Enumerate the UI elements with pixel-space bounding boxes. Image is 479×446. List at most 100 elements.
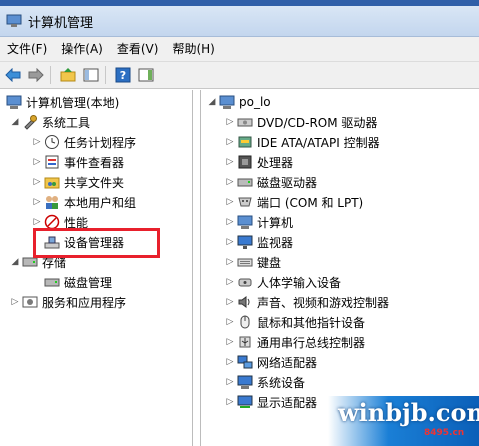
collapsed-arrow-icon[interactable]: ▷ <box>225 292 235 312</box>
computer-management-icon <box>6 14 22 27</box>
device-category-keyboard[interactable]: ▷ 键盘 <box>225 252 281 272</box>
expanded-arrow-icon[interactable]: ◢ <box>10 252 20 272</box>
folder-up-icon <box>60 68 76 82</box>
collapsed-arrow-icon[interactable]: ▷ <box>32 192 42 212</box>
keyboard-icon <box>237 258 253 267</box>
collapsed-arrow-icon[interactable]: ▷ <box>225 132 235 152</box>
up-level-button[interactable] <box>58 65 78 85</box>
users-icon <box>46 196 58 209</box>
device-category-network[interactable]: ▷ 网络适配器 <box>225 352 317 372</box>
console-tree-pane: 计算机管理(本地) ◢ 系统工具 ▷ 任务计划程序 ▷ 事件查看器 ▷ 共享文件… <box>0 90 193 446</box>
toolbar-separator <box>50 66 51 84</box>
device-tree-label: po_lo <box>239 95 271 109</box>
mouse-icon <box>240 315 250 329</box>
device-category-display[interactable]: ▷ 显示适配器 <box>225 392 317 412</box>
tree-label: 服务和应用程序 <box>42 295 127 310</box>
tree-label: 事件查看器 <box>64 155 125 170</box>
shared-folder-icon <box>44 177 60 189</box>
speaker-icon <box>238 296 250 308</box>
clock-icon <box>45 135 59 149</box>
device-category-sound[interactable]: ▷ 声音、视频和游戏控制器 <box>225 292 389 312</box>
collapsed-arrow-icon[interactable]: ▷ <box>225 352 235 372</box>
tree-item-system-tools[interactable]: ◢ 系统工具 <box>10 112 90 132</box>
network-adapter-icon <box>237 355 253 369</box>
tools-icon <box>24 115 37 130</box>
collapsed-arrow-icon[interactable]: ▷ <box>225 252 235 272</box>
device-category-label: 网络适配器 <box>257 355 318 370</box>
tree-item-services-apps[interactable]: ▷ 服务和应用程序 <box>10 292 126 312</box>
tree-label: 磁盘管理 <box>64 275 113 290</box>
device-category-ide[interactable]: ▷ IDE ATA/ATAPI 控制器 <box>225 132 380 152</box>
tree-item-shared-folders[interactable]: ▷ 共享文件夹 <box>32 172 124 192</box>
menu-help[interactable]: 帮助(H) <box>165 37 221 61</box>
device-category-system[interactable]: ▷ 系统设备 <box>225 372 305 392</box>
collapsed-arrow-icon[interactable]: ▷ <box>225 372 235 392</box>
disk-icon <box>44 278 60 287</box>
device-category-processor[interactable]: ▷ 处理器 <box>225 152 293 172</box>
device-category-hid[interactable]: ▷ 人体学输入设备 <box>225 272 341 292</box>
device-category-ports[interactable]: ▷ 端口 (COM 和 LPT) <box>225 192 364 212</box>
back-button[interactable] <box>3 65 23 85</box>
collapsed-arrow-icon[interactable]: ▷ <box>32 152 42 172</box>
disk-drive-icon <box>237 178 253 187</box>
device-list-pane: ◢ po_lo ▷ DVD/CD-ROM 驱动器 ▷ IDE ATA/ATAPI… <box>200 90 479 446</box>
device-category-dvd[interactable]: ▷ DVD/CD-ROM 驱动器 <box>225 112 378 132</box>
collapsed-arrow-icon[interactable]: ▷ <box>225 272 235 292</box>
action-pane-button[interactable] <box>136 65 156 85</box>
collapsed-arrow-icon[interactable]: ▷ <box>225 192 235 212</box>
tree-label: 系统工具 <box>42 115 91 130</box>
collapsed-arrow-icon[interactable]: ▷ <box>225 312 235 332</box>
watermark-subtext: 8495.cn <box>424 428 465 438</box>
menu-action[interactable]: 操作(A) <box>54 37 110 61</box>
collapsed-arrow-icon[interactable]: ▷ <box>32 172 42 192</box>
collapsed-arrow-icon[interactable]: ▷ <box>225 172 235 192</box>
collapsed-arrow-icon[interactable]: ▷ <box>225 152 235 172</box>
collapsed-arrow-icon[interactable]: ▷ <box>225 232 235 252</box>
watermark: winbjb.com 8495.cn <box>328 396 479 446</box>
hid-icon <box>238 278 252 287</box>
forward-button[interactable] <box>26 65 46 85</box>
title-bar: 计算机管理 <box>0 6 479 37</box>
tree-item-task-scheduler[interactable]: ▷ 任务计划程序 <box>32 132 136 152</box>
device-category-disk[interactable]: ▷ 磁盘驱动器 <box>225 172 317 192</box>
tree-item-disk-management[interactable]: 磁盘管理 <box>42 272 112 292</box>
tree-item-root[interactable]: 计算机管理(本地) <box>4 92 119 112</box>
dvd-drive-icon <box>237 118 253 127</box>
device-category-computer[interactable]: ▷ 计算机 <box>225 212 293 232</box>
device-category-label: 计算机 <box>257 215 294 230</box>
device-category-label: 人体学输入设备 <box>257 275 342 290</box>
console-tree-icon <box>83 68 99 82</box>
collapsed-arrow-icon[interactable]: ▷ <box>10 292 20 312</box>
back-arrow-icon <box>5 68 21 82</box>
collapsed-arrow-icon[interactable]: ▷ <box>225 392 235 412</box>
show-hide-tree-button[interactable] <box>81 65 101 85</box>
collapsed-arrow-icon[interactable]: ▷ <box>32 132 42 152</box>
help-button[interactable]: ? <box>113 65 133 85</box>
collapsed-arrow-icon[interactable]: ▷ <box>225 212 235 232</box>
device-tree-root[interactable]: ◢ po_lo <box>207 92 271 112</box>
device-category-label: 处理器 <box>257 155 294 170</box>
computer-icon <box>237 215 253 229</box>
device-category-usb[interactable]: ▷ 通用串行总线控制器 <box>225 332 365 352</box>
forward-arrow-icon <box>28 68 44 82</box>
collapsed-arrow-icon[interactable]: ▷ <box>225 332 235 352</box>
expanded-arrow-icon[interactable]: ◢ <box>207 92 217 112</box>
processor-icon <box>238 155 252 169</box>
svg-text:?: ? <box>120 69 126 82</box>
port-icon <box>238 197 252 207</box>
device-category-label: IDE ATA/ATAPI 控制器 <box>257 135 380 150</box>
tree-item-local-users[interactable]: ▷ 本地用户和组 <box>32 192 136 212</box>
watermark-text: winbjb.com <box>338 398 479 427</box>
expanded-arrow-icon[interactable]: ◢ <box>10 112 20 132</box>
action-pane-icon <box>138 68 154 82</box>
help-icon: ? <box>115 67 131 83</box>
device-category-monitor[interactable]: ▷ 监视器 <box>225 232 293 252</box>
menu-file[interactable]: 文件(F) <box>0 37 54 61</box>
tree-item-event-viewer[interactable]: ▷ 事件查看器 <box>32 152 124 172</box>
toolbar: ? <box>0 62 479 89</box>
device-category-label: 系统设备 <box>257 375 306 390</box>
device-category-label: 鼠标和其他指针设备 <box>257 315 366 330</box>
menu-view[interactable]: 查看(V) <box>110 37 166 61</box>
device-category-mouse[interactable]: ▷ 鼠标和其他指针设备 <box>225 312 365 332</box>
collapsed-arrow-icon[interactable]: ▷ <box>225 112 235 132</box>
